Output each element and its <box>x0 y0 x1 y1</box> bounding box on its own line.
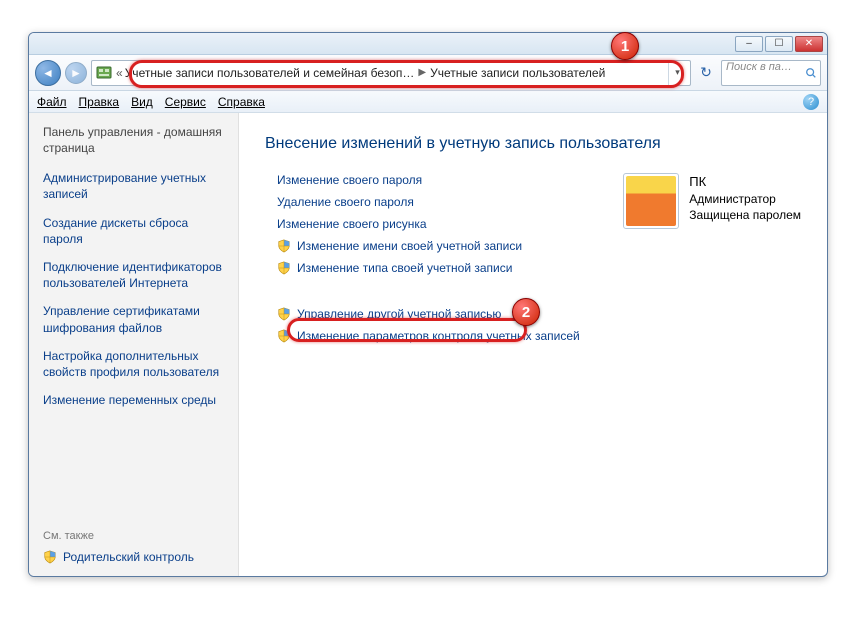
sidebar: Панель управления - домашняя страница Ад… <box>29 113 239 576</box>
sidebar-see-also-label: См. также <box>43 530 224 542</box>
user-account-card: ПК Администратор Защищена паролем <box>623 173 801 229</box>
menu-bar: Файл Правка Вид Сервис Справка ? <box>29 91 827 113</box>
search-placeholder: Поиск в па… <box>726 61 792 73</box>
nav-toolbar: ◄ ► « Учетные записи пользователей и сем… <box>29 55 827 91</box>
search-icon <box>805 67 817 79</box>
annotation-badge-2: 2 <box>512 298 540 326</box>
shield-icon <box>277 261 291 275</box>
breadcrumb-segment-1[interactable]: Учетные записи пользователей и семейная … <box>125 66 415 80</box>
titlebar: – ☐ ✕ <box>29 33 827 55</box>
user-protection: Защищена паролем <box>689 207 801 223</box>
window-body: Панель управления - домашняя страница Ад… <box>29 113 827 576</box>
menu-tools[interactable]: Сервис <box>165 95 206 109</box>
breadcrumb-dropdown-button[interactable]: ▾ <box>668 61 686 85</box>
sidebar-link-advanced-profile[interactable]: Настройка дополнительных свойств профиля… <box>43 348 224 380</box>
user-role: Администратор <box>689 191 801 207</box>
menu-edit[interactable]: Правка <box>79 95 120 109</box>
avatar[interactable] <box>623 173 679 229</box>
link-change-account-name[interactable]: Изменение имени своей учетной записи <box>277 239 801 253</box>
nav-back-button[interactable]: ◄ <box>35 60 61 86</box>
user-info: ПК Администратор Защищена паролем <box>689 173 801 223</box>
refresh-button[interactable]: ↻ <box>695 62 717 84</box>
main-content: Внесение изменений в учетную запись поль… <box>239 113 827 576</box>
user-name: ПК <box>689 173 801 191</box>
menu-view[interactable]: Вид <box>131 95 153 109</box>
shield-icon <box>277 239 291 253</box>
control-panel-window: – ☐ ✕ ◄ ► « Учетные записи пользователей… <box>28 32 828 577</box>
annotation-badge-1: 1 <box>611 32 639 60</box>
sidebar-home-link[interactable]: Панель управления - домашняя страница <box>43 125 224 156</box>
sidebar-link-encryption-certs[interactable]: Управление сертификатами шифрования файл… <box>43 303 224 335</box>
chevron-right-icon: ▶ <box>418 67 426 78</box>
close-button[interactable]: ✕ <box>795 36 823 52</box>
help-icon[interactable]: ? <box>803 94 819 110</box>
control-panel-icon <box>96 65 112 81</box>
shield-icon <box>277 329 291 343</box>
link-change-account-type[interactable]: Изменение типа своей учетной записи <box>277 261 801 275</box>
sidebar-link-manage-accounts[interactable]: Администрирование учетных записей <box>43 170 224 202</box>
avatar-image <box>626 176 676 226</box>
menu-file[interactable]: Файл <box>37 95 67 109</box>
nav-forward-button[interactable]: ► <box>65 62 87 84</box>
maximize-button[interactable]: ☐ <box>765 36 793 52</box>
breadcrumb-segment-2[interactable]: Учетные записи пользователей <box>430 66 605 80</box>
sidebar-link-online-ids[interactable]: Подключение идентификаторов пользователе… <box>43 259 224 291</box>
sidebar-link-label: Родительский контроль <box>63 550 194 564</box>
search-input[interactable]: Поиск в па… <box>721 60 821 86</box>
link-uac-settings[interactable]: Изменение параметров контроля учетных за… <box>277 329 801 343</box>
breadcrumb-bar[interactable]: « Учетные записи пользователей и семейна… <box>91 60 691 86</box>
sidebar-link-env-vars[interactable]: Изменение переменных среды <box>43 392 224 408</box>
breadcrumb-overflow[interactable]: « <box>116 66 123 80</box>
shield-icon <box>277 307 291 321</box>
page-title: Внесение изменений в учетную запись поль… <box>265 135 801 153</box>
shield-icon <box>43 550 57 564</box>
sidebar-link-parental-controls[interactable]: Родительский контроль <box>43 550 224 564</box>
menu-help[interactable]: Справка <box>218 95 265 109</box>
minimize-button[interactable]: – <box>735 36 763 52</box>
sidebar-link-password-reset-disk[interactable]: Создание дискеты сброса пароля <box>43 215 224 247</box>
